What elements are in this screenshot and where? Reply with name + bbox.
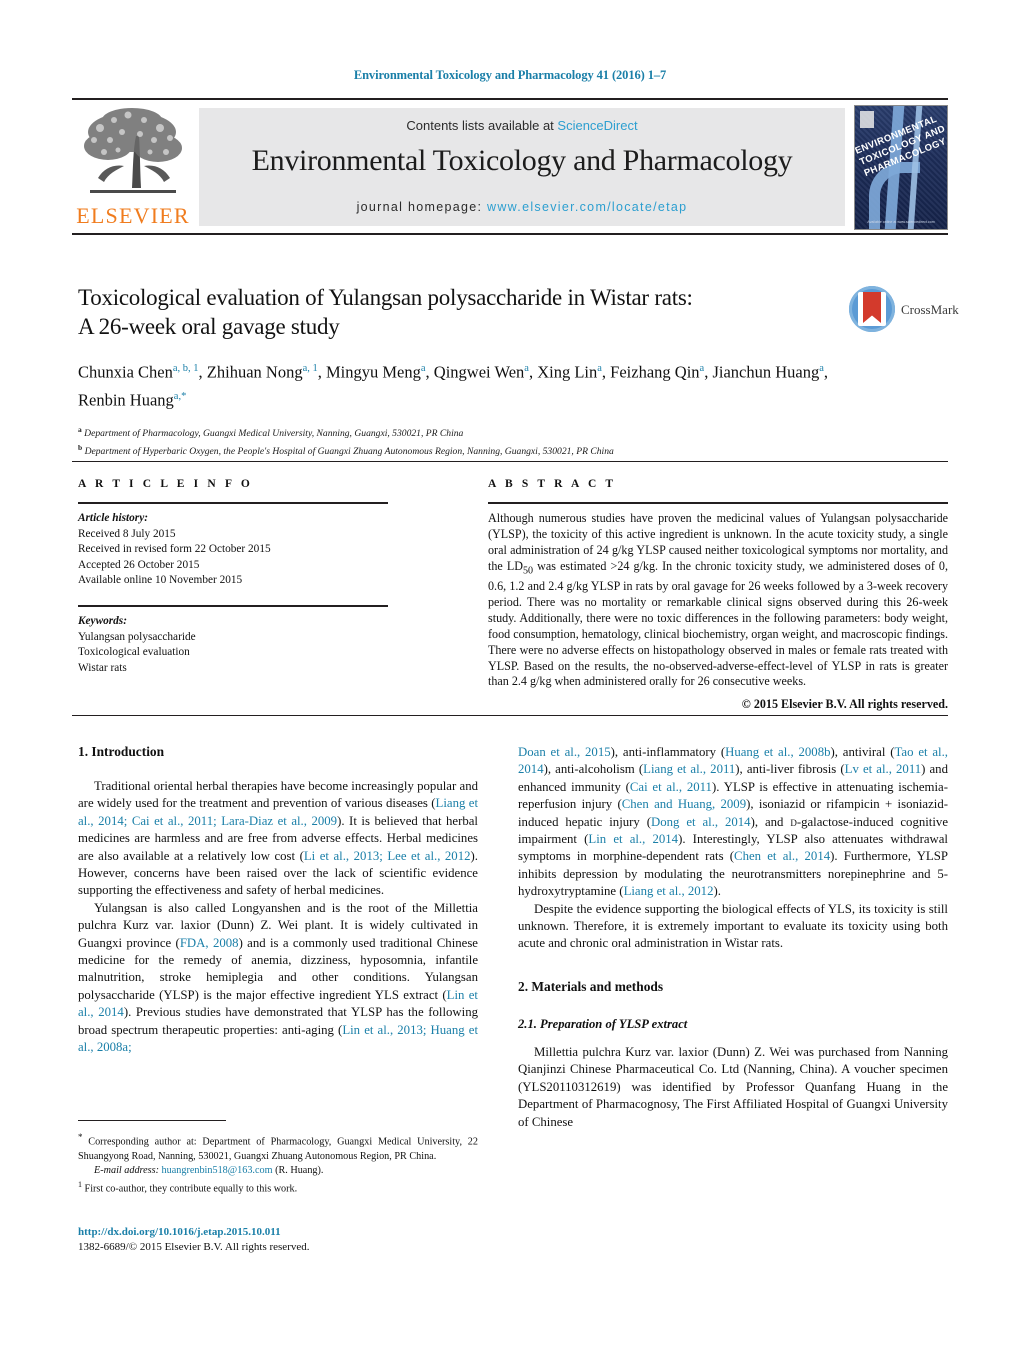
body-column-left: 1. Introduction Traditional oriental her… [78, 744, 478, 1057]
history-item: Received 8 July 2015 [78, 527, 176, 540]
subsection-heading-ylsp-extract: 2.1. Preparation of YLSP extract [518, 1016, 688, 1031]
intro-paragraph-2: Yulangsan is also called Longyanshen and… [78, 900, 479, 1055]
footnotes-block: * Corresponding author at: Department of… [78, 1130, 478, 1197]
doi-block: http://dx.doi.org/10.1016/j.etap.2015.10… [78, 1225, 498, 1255]
history-item: Received in revised form 22 October 2015 [78, 543, 271, 556]
journal-title: Environmental Toxicology and Pharmacolog… [251, 144, 793, 177]
history-item: Accepted 26 October 2015 [78, 558, 200, 571]
divider-abstract-top [488, 502, 948, 504]
email-link[interactable]: huangrenbin518@163.com [162, 1165, 273, 1176]
journal-article-page: Environmental Toxicology and Pharmacolog… [0, 0, 1020, 1351]
journal-banner-box: Contents lists available at ScienceDirec… [199, 108, 845, 226]
intro-paragraph-2-continued: Doan et al., 2015), anti-inflammatory (H… [518, 745, 949, 899]
contents-lists-line: Contents lists available at ScienceDirec… [199, 118, 845, 133]
footnote-corresponding-author: * Corresponding author at: Department of… [78, 1132, 478, 1162]
divider-below-abstract [72, 715, 948, 716]
intro-paragraph-3: Despite the evidence supporting the biol… [518, 901, 948, 951]
affiliation-b-text: Department of Hyperbaric Oxygen, the Peo… [84, 445, 614, 457]
divider-info-mid [78, 604, 388, 607]
sciencedirect-link[interactable]: ScienceDirect [557, 118, 637, 133]
abstract-column: A B S T R A C T Although numerous studie… [488, 478, 948, 712]
contents-prefix: Contents lists available at [406, 118, 558, 133]
body-column-right: Doan et al., 2015), anti-inflammatory (H… [518, 744, 948, 1131]
title-line-2: A 26-week oral gavage study [78, 314, 340, 339]
crossmark-badge[interactable]: CrossMark [849, 286, 959, 334]
elsevier-tree-icon [84, 108, 182, 193]
cover-elsevier-mark [860, 111, 874, 128]
elsevier-wordmark: ELSEVIER [76, 203, 190, 228]
crossmark-circle-icon [849, 286, 895, 332]
journal-homepage-line: journal homepage: www.elsevier.com/locat… [199, 200, 845, 214]
keyword-item: Wistar rats [78, 661, 127, 674]
article-info-heading: A R T I C L E I N F O [78, 478, 253, 490]
journal-banner: ELSEVIER Contents lists available at Sci… [72, 98, 948, 235]
divider-info-top [78, 502, 388, 504]
title-block: Toxicological evaluation of Yulangsan po… [78, 283, 838, 458]
intro-paragraph-1: Traditional oriental herbal therapies ha… [78, 779, 478, 898]
email-suffix: (R. Huang). [275, 1164, 324, 1176]
footnote-divider [78, 1120, 226, 1121]
footnote-co-author: 1 First co-author, they contribute equal… [78, 1180, 298, 1195]
running-head: Environmental Toxicology and Pharmacolog… [353, 68, 667, 82]
affiliations: a Department of Pharmacology, Guangxi Me… [78, 423, 838, 458]
divider-above-info [72, 461, 948, 462]
footnote-email: E-mail address: huangrenbin518@163.com (… [78, 1164, 478, 1178]
keywords-label: Keywords: [78, 614, 127, 627]
author-list: Chunxia Chena, b, 1, Zhihuan Nonga, 1, M… [78, 362, 829, 410]
abstract-heading: A B S T R A C T [488, 478, 617, 490]
methods-paragraph-1: Millettia pulchra Kurz var. laxior (Dunn… [518, 1044, 948, 1129]
issn-copyright-line: 1382-6689/© 2015 Elsevier B.V. All right… [78, 1241, 310, 1253]
title-line-1: Toxicological evaluation of Yulangsan po… [78, 285, 693, 310]
abstract-copyright: © 2015 Elsevier B.V. All rights reserved… [741, 697, 948, 712]
cover-footer-text: Available online at www.sciencedirect.co… [867, 220, 935, 224]
homepage-prefix: journal homepage: [356, 200, 488, 214]
page-title: Toxicological evaluation of Yulangsan po… [78, 283, 838, 341]
history-item: Available online 10 November 2015 [78, 574, 243, 587]
affiliation-b: b Department of Hyperbaric Oxygen, the P… [78, 442, 614, 457]
keywords-block: Keywords: Yulangsan polysaccharide Toxic… [78, 614, 388, 676]
journal-cover-thumbnail: ENVIRONMENTAL TOXICOLOGY AND PHARMACOLOG… [854, 105, 948, 230]
article-info-column: A R T I C L E I N F O Article history: R… [78, 478, 388, 676]
affiliation-a: a Department of Pharmacology, Guangxi Me… [78, 425, 464, 440]
affiliation-a-text: Department of Pharmacology, Guangxi Medi… [84, 428, 464, 440]
journal-homepage-link[interactable]: www.elsevier.com/locate/etap [487, 200, 687, 214]
article-history: Article history: Received 8 July 2015 Re… [78, 511, 388, 589]
article-history-label: Article history: [78, 512, 148, 524]
crossmark-label: CrossMark [901, 302, 959, 317]
section-heading-introduction: 1. Introduction [78, 744, 165, 759]
abstract-text: Although numerous studies have proven th… [488, 511, 949, 689]
elsevier-logo: ELSEVIER [74, 106, 192, 230]
doi-link[interactable]: http://dx.doi.org/10.1016/j.etap.2015.10… [78, 1225, 498, 1240]
keyword-item: Toxicological evaluation [78, 646, 190, 659]
keyword-item: Yulangsan polysaccharide [78, 630, 196, 643]
email-label: E-mail address: [94, 1164, 159, 1176]
section-heading-materials-methods: 2. Materials and methods [518, 978, 664, 994]
